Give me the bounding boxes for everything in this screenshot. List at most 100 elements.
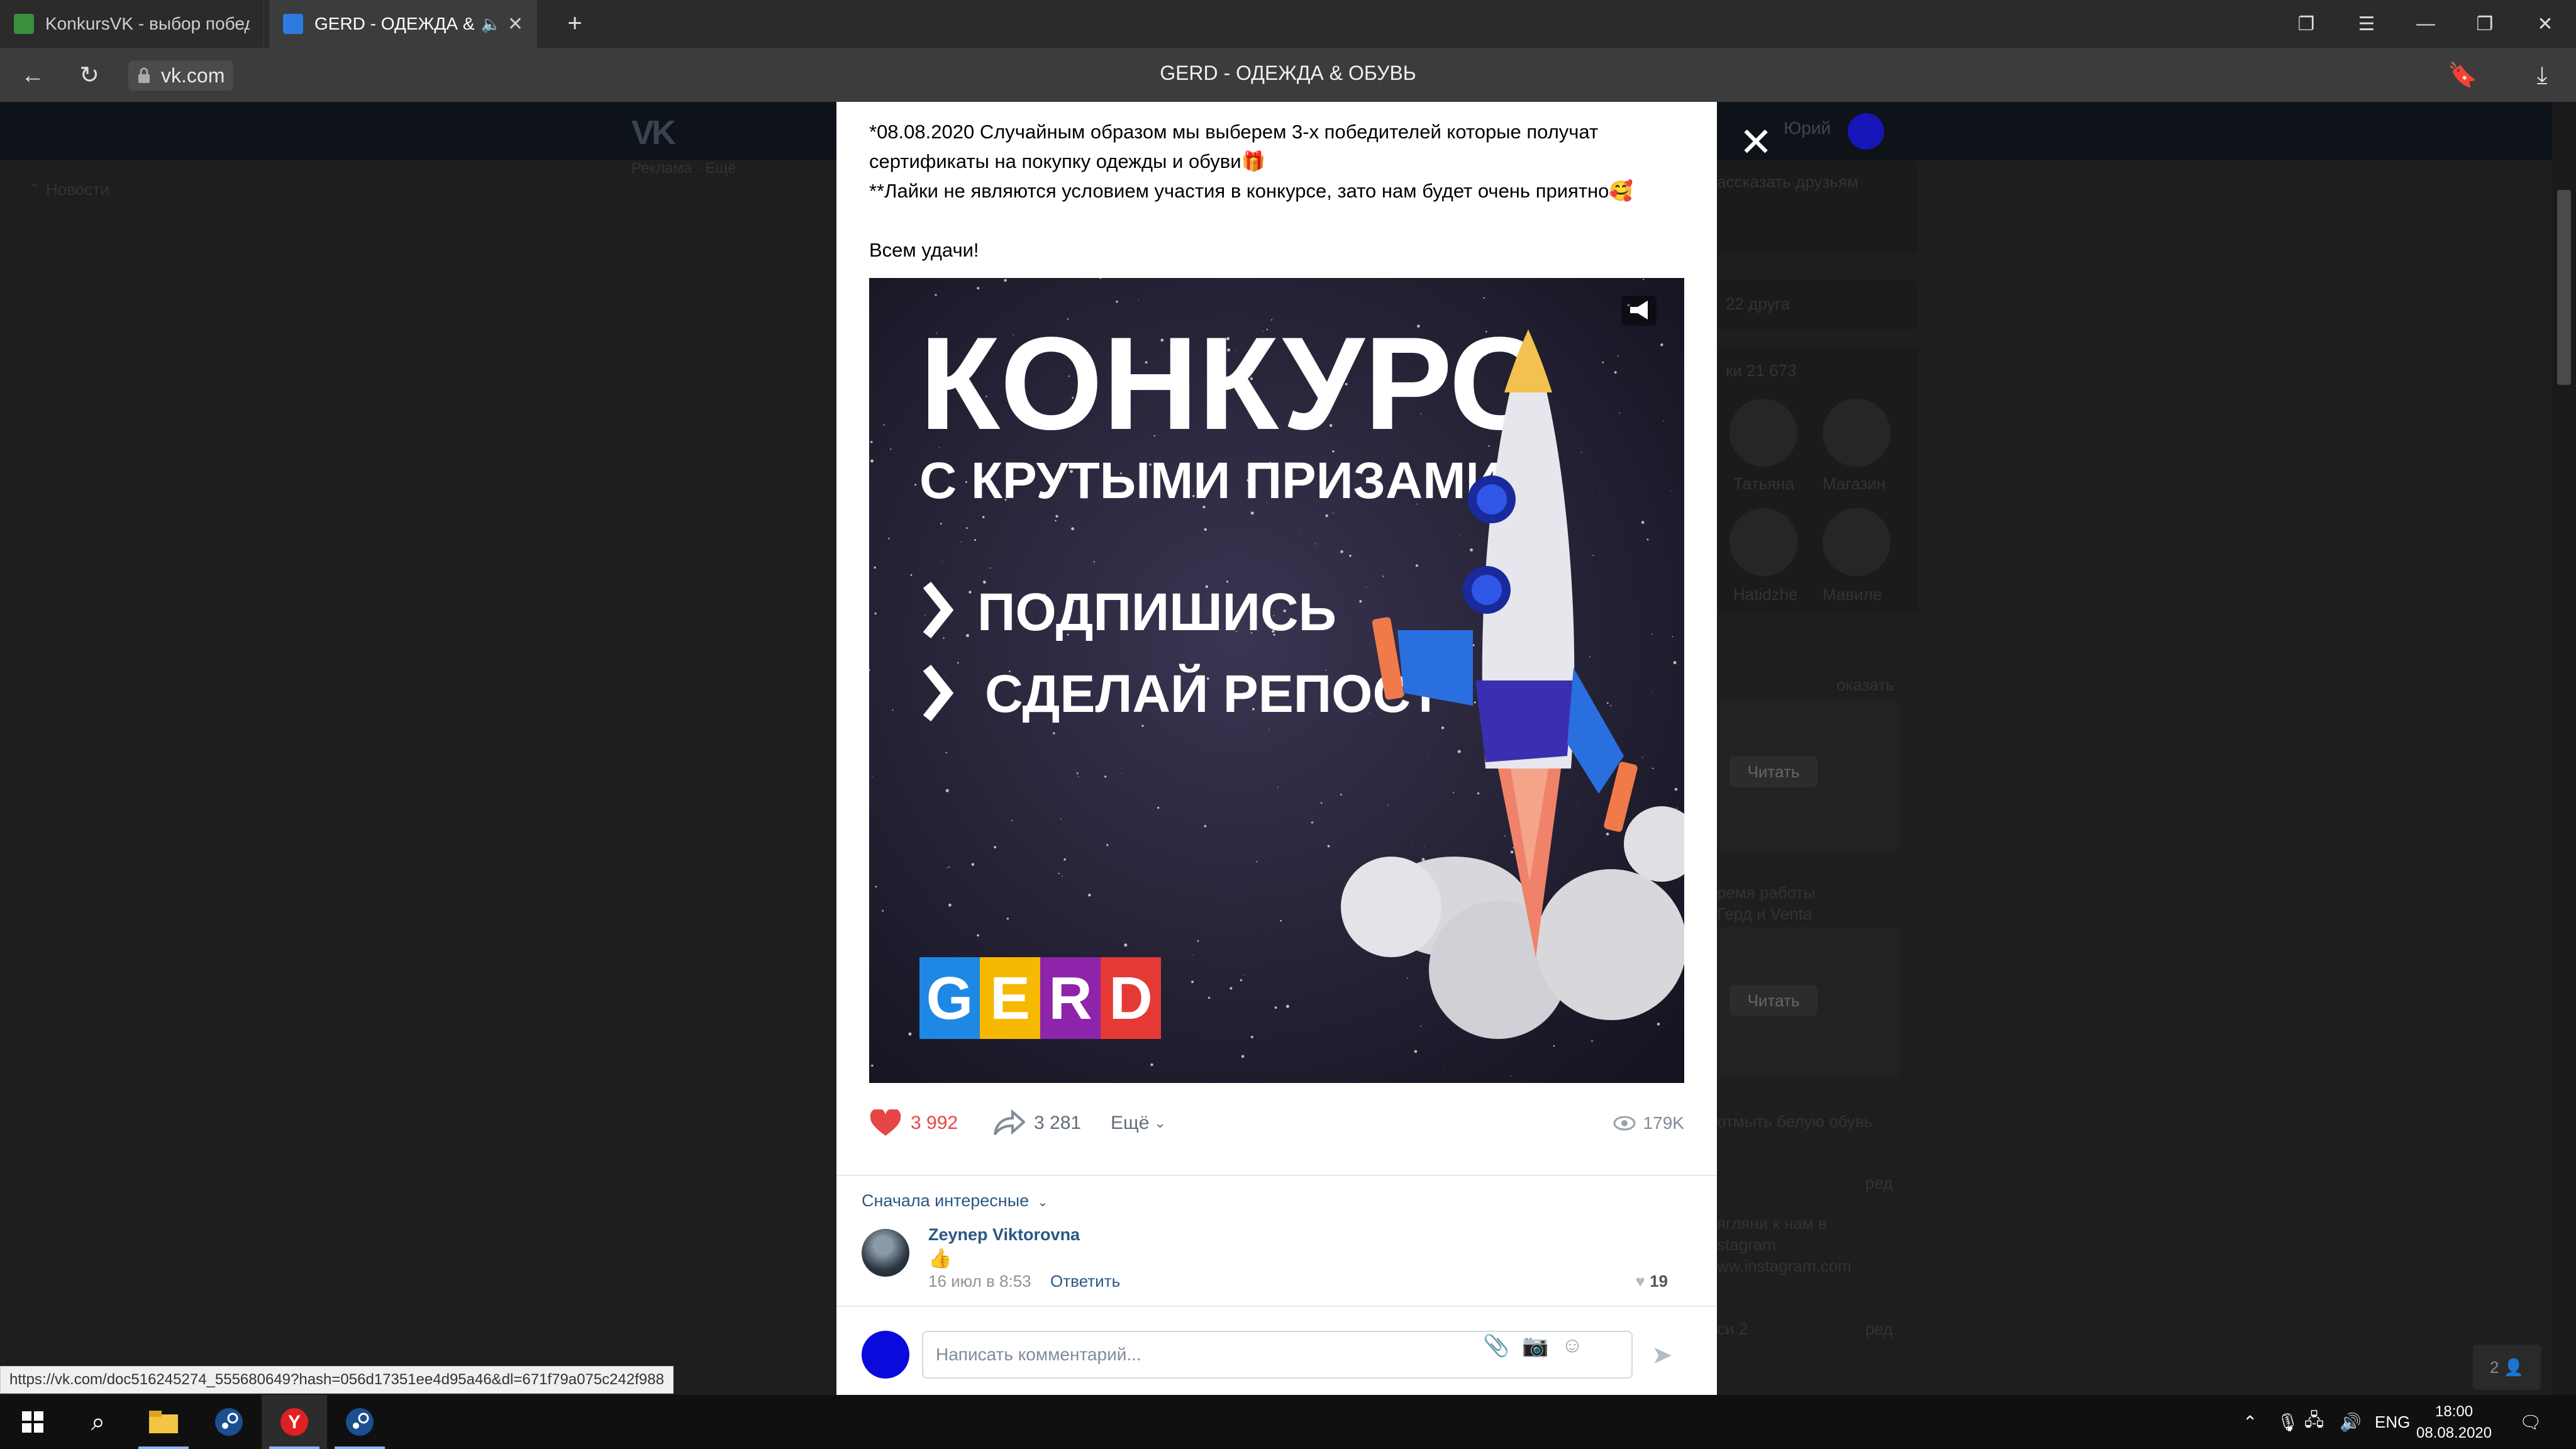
star — [1641, 521, 1645, 524]
avatar[interactable] — [1729, 399, 1797, 467]
bookmark-icon[interactable]: 🔖 — [2446, 59, 2479, 92]
send-icon[interactable]: ➤ — [1652, 1341, 1683, 1369]
close-window-icon[interactable]: ✕ — [2516, 0, 2575, 48]
megaphone-icon[interactable] — [1621, 296, 1657, 326]
speaker-icon[interactable]: 🔈 — [480, 14, 501, 34]
contact-name[interactable]: Магазин — [1823, 474, 1885, 494]
yandex-browser-icon[interactable]: Y — [262, 1395, 327, 1449]
star — [881, 914, 882, 916]
article-card[interactable]: Читать — [1717, 927, 1899, 1078]
star — [1063, 858, 1066, 861]
contact-name[interactable]: Татьяна — [1733, 474, 1794, 494]
logo-letter: R — [1048, 965, 1092, 1032]
scrollbar-thumb[interactable] — [2557, 190, 2571, 385]
search-icon[interactable]: ⌕ — [65, 1395, 131, 1449]
star — [1660, 343, 1663, 347]
file-explorer-icon[interactable] — [131, 1395, 196, 1449]
friends-count[interactable]: 22 друга — [1726, 294, 1790, 314]
star — [1420, 1025, 1422, 1027]
page-title: GERD - ОДЕЖДА & ОБУВЬ — [1160, 62, 1416, 84]
notification-icon[interactable]: 🗨 — [2519, 1395, 2542, 1449]
followers-block: ки 21 673 Татьяна Магазин Hatidzhe Мавил… — [1717, 348, 1918, 613]
star — [1406, 977, 1408, 979]
friends-online-button[interactable]: 2 👤 — [2473, 1345, 2541, 1390]
reply-link[interactable]: Ответить — [1050, 1272, 1120, 1291]
star — [1674, 787, 1678, 791]
windows-start-icon[interactable] — [0, 1395, 65, 1449]
language-indicator[interactable]: ENG — [2375, 1395, 2410, 1449]
sort-dropdown[interactable]: Сначала интересные ⌄ — [862, 1191, 1048, 1211]
contact-name[interactable]: Мавиле — [1823, 585, 1882, 604]
star — [1053, 732, 1055, 735]
volume-icon[interactable]: 🔊 — [2340, 1395, 2362, 1449]
star — [1106, 844, 1109, 847]
comment-text: 👍 — [928, 1248, 952, 1269]
read-button[interactable]: Читать — [1729, 756, 1818, 787]
comment-like-button[interactable]: ♥ 19 — [1635, 1272, 1668, 1291]
star — [924, 614, 926, 616]
avatar[interactable] — [1823, 399, 1890, 467]
camera-icon[interactable]: 📷 — [1522, 1333, 1548, 1358]
network-icon[interactable]: 🖧 — [2304, 1395, 2324, 1449]
steam-icon[interactable] — [327, 1395, 392, 1449]
star — [1333, 1013, 1335, 1014]
tab-gerd[interactable]: GERD - ОДЕЖДА & 🔈 ✕ — [269, 0, 537, 48]
new-tab-button[interactable]: + — [560, 9, 590, 39]
paperclip-icon[interactable]: 📎 — [1483, 1333, 1509, 1358]
close-tab-icon[interactable]: ✕ — [508, 13, 523, 35]
avatar[interactable] — [1823, 508, 1890, 576]
star — [1510, 850, 1514, 854]
avatar[interactable] — [862, 1331, 909, 1379]
star — [870, 459, 874, 463]
tab-konkursvk[interactable]: KonkursVK - выбор побед — [0, 0, 264, 48]
menu-icon[interactable]: ☰ — [2337, 0, 2396, 48]
star — [1116, 301, 1118, 303]
more-button[interactable]: Ещё ⌄ — [1111, 1104, 1166, 1142]
post-image[interactable]: КОНКУРС С КРУТЫМИ ПРИЗАМИ ПОДПИШИСЬ СДЕЛ… — [869, 278, 1684, 1083]
ads-link[interactable]: Реклама · Ещё — [631, 160, 736, 177]
show-hidden-icons[interactable]: ⌃ — [2243, 1395, 2257, 1449]
download-icon[interactable]: ⤓ — [2526, 59, 2558, 92]
followers-count[interactable]: ки 21 673 — [1726, 361, 1797, 380]
article-card[interactable]: Читать — [1717, 701, 1899, 852]
avatar[interactable] — [1729, 508, 1797, 576]
steam-icon[interactable] — [196, 1395, 262, 1449]
clock[interactable]: 18:00 08.08.2020 — [2416, 1401, 2492, 1444]
running-indicator — [138, 1446, 189, 1449]
restore-icon[interactable]: ❐ — [2455, 0, 2514, 48]
konkursvk-favicon-icon — [14, 14, 34, 34]
edit-link[interactable]: ред — [1865, 1319, 1893, 1339]
star — [1453, 792, 1455, 794]
comment-author[interactable]: Zeynep Viktorovna — [928, 1225, 1080, 1245]
vk-video-favicon-icon — [283, 14, 303, 34]
scrollbar[interactable] — [2552, 102, 2576, 1395]
star — [1197, 940, 1199, 942]
star — [1470, 548, 1474, 552]
like-button[interactable]: 3 992 — [869, 1104, 958, 1142]
star — [1673, 661, 1677, 665]
contact-name[interactable]: Hatidzhe — [1733, 585, 1798, 604]
close-modal-icon[interactable]: ✕ — [1736, 122, 1776, 164]
microphone-icon[interactable]: 🎙 — [2277, 1395, 2299, 1449]
comment-date[interactable]: 16 июл в 8:53 — [928, 1272, 1031, 1291]
star — [870, 440, 873, 443]
share-button[interactable]: 3 281 — [992, 1104, 1081, 1142]
avatar[interactable] — [862, 1229, 909, 1277]
smile-icon[interactable]: ☺ — [1562, 1333, 1584, 1358]
tell-friends-link[interactable]: ассказать друзьям — [1717, 172, 1858, 192]
news-link[interactable]: ⌃ Новости — [28, 180, 109, 199]
star — [1424, 847, 1425, 848]
avatar[interactable] — [1848, 113, 1884, 150]
edit-link[interactable]: ред — [1865, 1174, 1893, 1193]
vk-user-name[interactable]: Юрий — [1784, 118, 1831, 138]
show-link[interactable]: оказать — [1836, 675, 1894, 695]
star — [1204, 528, 1207, 531]
vk-logo-icon[interactable]: VK — [631, 113, 676, 152]
tabs-overview-icon[interactable]: ❐ — [2277, 0, 2336, 48]
read-button[interactable]: Читать — [1729, 985, 1818, 1016]
star — [1060, 818, 1062, 819]
minimize-icon[interactable]: — — [2396, 0, 2455, 48]
views-count: 179K — [1643, 1113, 1684, 1133]
link-text[interactable]: ww.instagram.com — [1717, 1257, 1852, 1276]
star — [1592, 554, 1594, 556]
